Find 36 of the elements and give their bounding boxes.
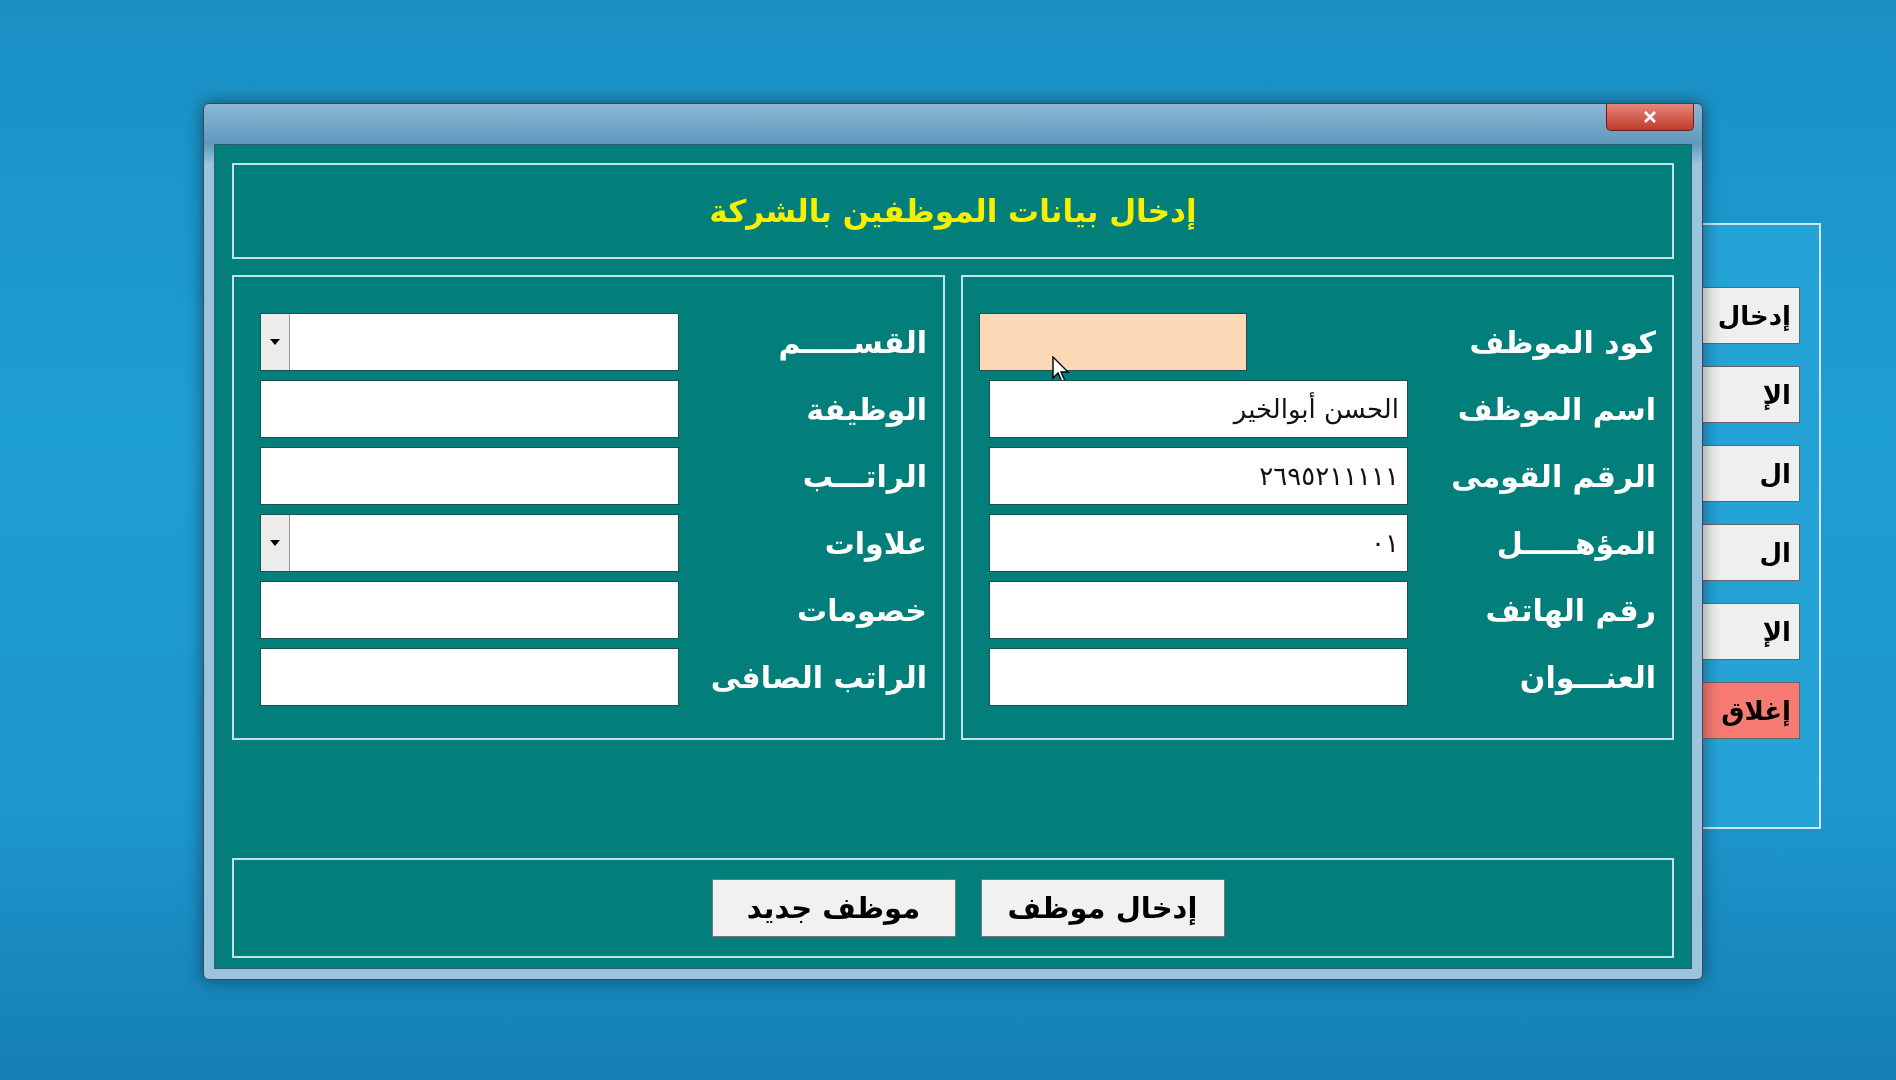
field-label: الوظيفة xyxy=(805,391,927,427)
field-label: المؤهـــــل xyxy=(1495,525,1656,561)
form-title: إدخال بيانات الموظفين بالشركة xyxy=(709,193,1197,229)
caret-icon xyxy=(270,339,280,345)
field-label: العنـــوان xyxy=(1518,659,1656,695)
menu-button[interactable]: ال xyxy=(1703,524,1800,581)
dropdown-field[interactable] xyxy=(260,514,679,572)
field-label: رقم الهاتف xyxy=(1484,592,1656,628)
input-field[interactable] xyxy=(260,581,679,639)
input-field[interactable]: ٠١ xyxy=(989,514,1408,572)
close-button[interactable] xyxy=(1606,104,1694,131)
close-icon xyxy=(1643,111,1657,123)
field-label: كود الموظف xyxy=(1468,324,1656,360)
form-button[interactable]: موظف جديد xyxy=(711,879,956,937)
field-label: القســـــم xyxy=(777,324,927,360)
field-label: الرقم القومى xyxy=(1450,458,1656,494)
field-label: اسم الموظف xyxy=(1456,391,1656,427)
input-field[interactable] xyxy=(260,380,679,438)
input-field[interactable] xyxy=(989,581,1408,639)
menu-button[interactable]: الإ xyxy=(1703,366,1800,423)
menu-button[interactable]: إدخال xyxy=(1703,287,1800,344)
field-label: علاوات xyxy=(823,525,927,561)
input-field[interactable]: الحسن أبوالخير xyxy=(989,380,1408,438)
caret-icon xyxy=(270,540,280,546)
menu-button[interactable]: الإ xyxy=(1703,603,1800,660)
dropdown-field[interactable] xyxy=(260,313,679,371)
field-label: خصومات xyxy=(796,592,927,628)
menu-button[interactable]: إغلاق xyxy=(1703,682,1800,739)
form-button[interactable]: إدخال موظف xyxy=(980,879,1225,937)
input-field[interactable] xyxy=(260,648,679,706)
field-label: الراتب الصافى xyxy=(709,659,927,695)
input-field[interactable] xyxy=(989,648,1408,706)
input-field[interactable] xyxy=(260,447,679,505)
input-field[interactable]: ٢٦٩٥٢١١١١١ xyxy=(989,447,1408,505)
field-label: الراتـــب xyxy=(801,458,927,494)
menu-button[interactable]: ال xyxy=(1703,445,1800,502)
